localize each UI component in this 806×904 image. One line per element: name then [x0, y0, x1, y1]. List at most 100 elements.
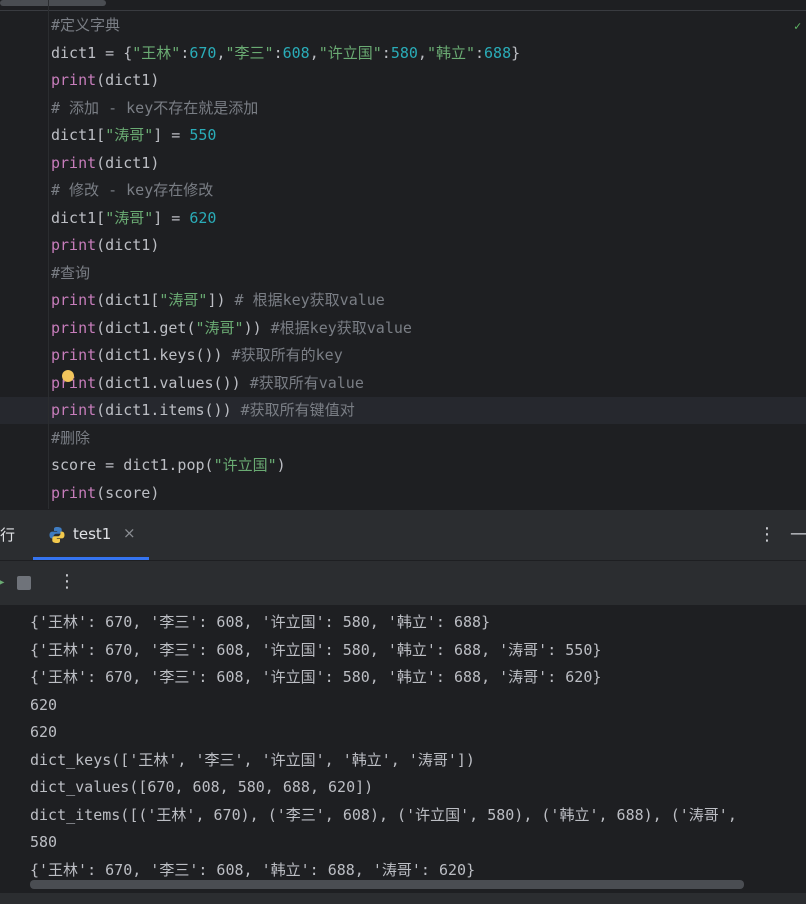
- code-token: (dict1): [96, 71, 160, 89]
- output-line: dict_items([('王林', 670), ('李三', 608), ('…: [30, 805, 746, 824]
- code-token: (score): [96, 483, 160, 502]
- code-token: #获取所有的key: [231, 346, 343, 364]
- output-line: dict_keys(['王林', '李三', '许立国', '韩立', '涛哥'…: [30, 750, 475, 769]
- code-token: #获取所有键值对: [240, 401, 355, 419]
- code-token: (dict1.keys()): [96, 346, 232, 364]
- code-token: ): [276, 456, 286, 474]
- output-line: dict_values([670, 608, 580, 688, 620]): [30, 778, 374, 796]
- code-line[interactable]: #删除: [51, 425, 90, 452]
- code-line[interactable]: print(score): [51, 480, 159, 507]
- tab-label: test1: [73, 525, 112, 543]
- code-token: #查询: [51, 263, 91, 282]
- editor-horizontal-scrollbar[interactable]: [0, 0, 806, 11]
- code-token: score = dict1.pop(: [51, 456, 214, 474]
- code-token: "李三": [225, 43, 274, 62]
- editor-scrollbar-thumb[interactable]: [0, 0, 106, 6]
- output-line: {'王林': 670, '李三': 608, '许立国': 580, '韩立':…: [30, 668, 602, 686]
- code-token: 620: [189, 208, 217, 227]
- code-token: print: [51, 483, 97, 502]
- code-line[interactable]: dict1["涛哥"] = 550: [51, 122, 216, 149]
- code-line[interactable]: score = dict1.pop("许立国"): [51, 452, 286, 479]
- code-line[interactable]: dict1["涛哥"] = 620: [51, 205, 216, 232]
- console-horizontal-scrollbar[interactable]: [30, 880, 744, 889]
- code-token: print: [51, 71, 97, 89]
- code-line[interactable]: dict1 = {"王林":670,"李三":608,"许立国":580,"韩立…: [51, 40, 520, 67]
- code-line[interactable]: print(dict1): [51, 67, 159, 94]
- code-token: ,: [309, 43, 319, 62]
- toolbar-more-icon[interactable]: ⋮: [58, 571, 76, 592]
- code-token: print: [51, 236, 97, 254]
- code-token: (dict1): [96, 236, 160, 254]
- output-line: 620: [30, 695, 58, 714]
- code-token: :: [475, 43, 485, 62]
- code-token: dict1[: [51, 208, 106, 227]
- code-token: "许立国": [318, 43, 382, 62]
- output-line: {'王林': 670, '李三': 608, '许立国': 580, '韩立':…: [30, 613, 491, 631]
- code-token: )): [243, 318, 271, 337]
- output-line: 580: [30, 833, 58, 851]
- code-token: print: [51, 401, 97, 419]
- inspection-ok-icon[interactable]: ✓: [794, 20, 802, 32]
- code-line[interactable]: print(dict1.keys()) #获取所有的key: [51, 342, 343, 369]
- output-line: 620: [30, 723, 58, 741]
- run-toolwindow-title: 行: [0, 526, 16, 544]
- code-token: #定义字典: [51, 16, 121, 34]
- tab-test1[interactable]: test1 ×: [33, 510, 149, 560]
- code-token: 670: [189, 43, 217, 62]
- code-line[interactable]: #查询: [51, 260, 90, 287]
- stop-icon[interactable]: [17, 576, 31, 590]
- code-token: (dict1.items()): [96, 401, 241, 419]
- code-token: ,: [216, 43, 226, 62]
- lightbulb-icon[interactable]: [62, 370, 74, 382]
- minimize-icon[interactable]: —: [790, 523, 806, 544]
- code-line[interactable]: print(dict1["涛哥"]) # 根据key获取value: [51, 287, 385, 314]
- code-line[interactable]: #定义字典: [51, 12, 120, 39]
- code-line[interactable]: # 修改 - key存在修改: [51, 177, 213, 204]
- code-token: "涛哥": [159, 291, 208, 309]
- code-token: 550: [189, 126, 217, 144]
- code-token: print: [51, 318, 97, 337]
- code-token: }: [511, 43, 521, 62]
- code-token: "王林": [132, 43, 181, 62]
- code-token: ,: [417, 43, 427, 62]
- code-token: 608: [282, 43, 310, 62]
- code-token: dict1[: [51, 126, 106, 144]
- code-token: # 修改 - key存在修改: [51, 181, 214, 199]
- console-toolbar: ▶ ⋮: [0, 560, 806, 605]
- code-token: #删除: [51, 428, 91, 447]
- code-token: 580: [390, 43, 418, 62]
- code-token: :: [273, 43, 283, 62]
- code-line[interactable]: print(dict1): [51, 150, 159, 177]
- rerun-icon[interactable]: ▶: [0, 574, 4, 590]
- code-token: ] =: [153, 208, 190, 227]
- code-token: (dict1): [96, 153, 160, 172]
- more-options-icon[interactable]: ⋮: [758, 524, 776, 545]
- close-icon[interactable]: ×: [123, 524, 136, 542]
- code-token: (dict1.get(: [96, 318, 196, 337]
- code-token: print: [51, 153, 97, 172]
- code-line[interactable]: print(dict1): [51, 232, 159, 259]
- code-token: "涛哥": [105, 126, 154, 144]
- code-token: ] =: [153, 126, 190, 144]
- code-token: print: [51, 291, 97, 309]
- code-line[interactable]: print(dict1.items()) #获取所有键值对: [51, 397, 355, 424]
- code-token: "韩立": [426, 43, 475, 62]
- status-bar: [0, 893, 806, 904]
- code-line[interactable]: print(dict1.get("涛哥")) #根据key获取value: [51, 315, 412, 342]
- code-token: ]): [207, 291, 235, 309]
- python-icon: [49, 527, 65, 543]
- console-output[interactable]: {'王林': 670, '李三': 608, '许立国': 580, '韩立':…: [0, 605, 806, 904]
- code-token: print: [51, 346, 97, 364]
- editor-top-divider: [0, 10, 806, 11]
- code-token: "涛哥": [105, 208, 154, 227]
- code-token: :: [381, 43, 391, 62]
- output-line: {'王林': 670, '李三': 608, '许立国': 580, '韩立':…: [30, 640, 602, 659]
- code-token: (dict1[: [96, 291, 160, 309]
- code-editor[interactable]: #定义字典 dict1 = {"王林":670,"李三":608,"许立国":58…: [0, 0, 806, 509]
- code-token: 688: [484, 43, 512, 62]
- code-token: "许立国": [213, 456, 277, 474]
- code-line[interactable]: # 添加 - key不存在就是添加: [51, 95, 258, 122]
- code-token: (dict1.values()): [96, 373, 250, 392]
- code-line[interactable]: print(dict1.values()) #获取所有value: [51, 370, 364, 397]
- run-toolwindow-header: 行 test1 × ⋮ —: [0, 509, 806, 560]
